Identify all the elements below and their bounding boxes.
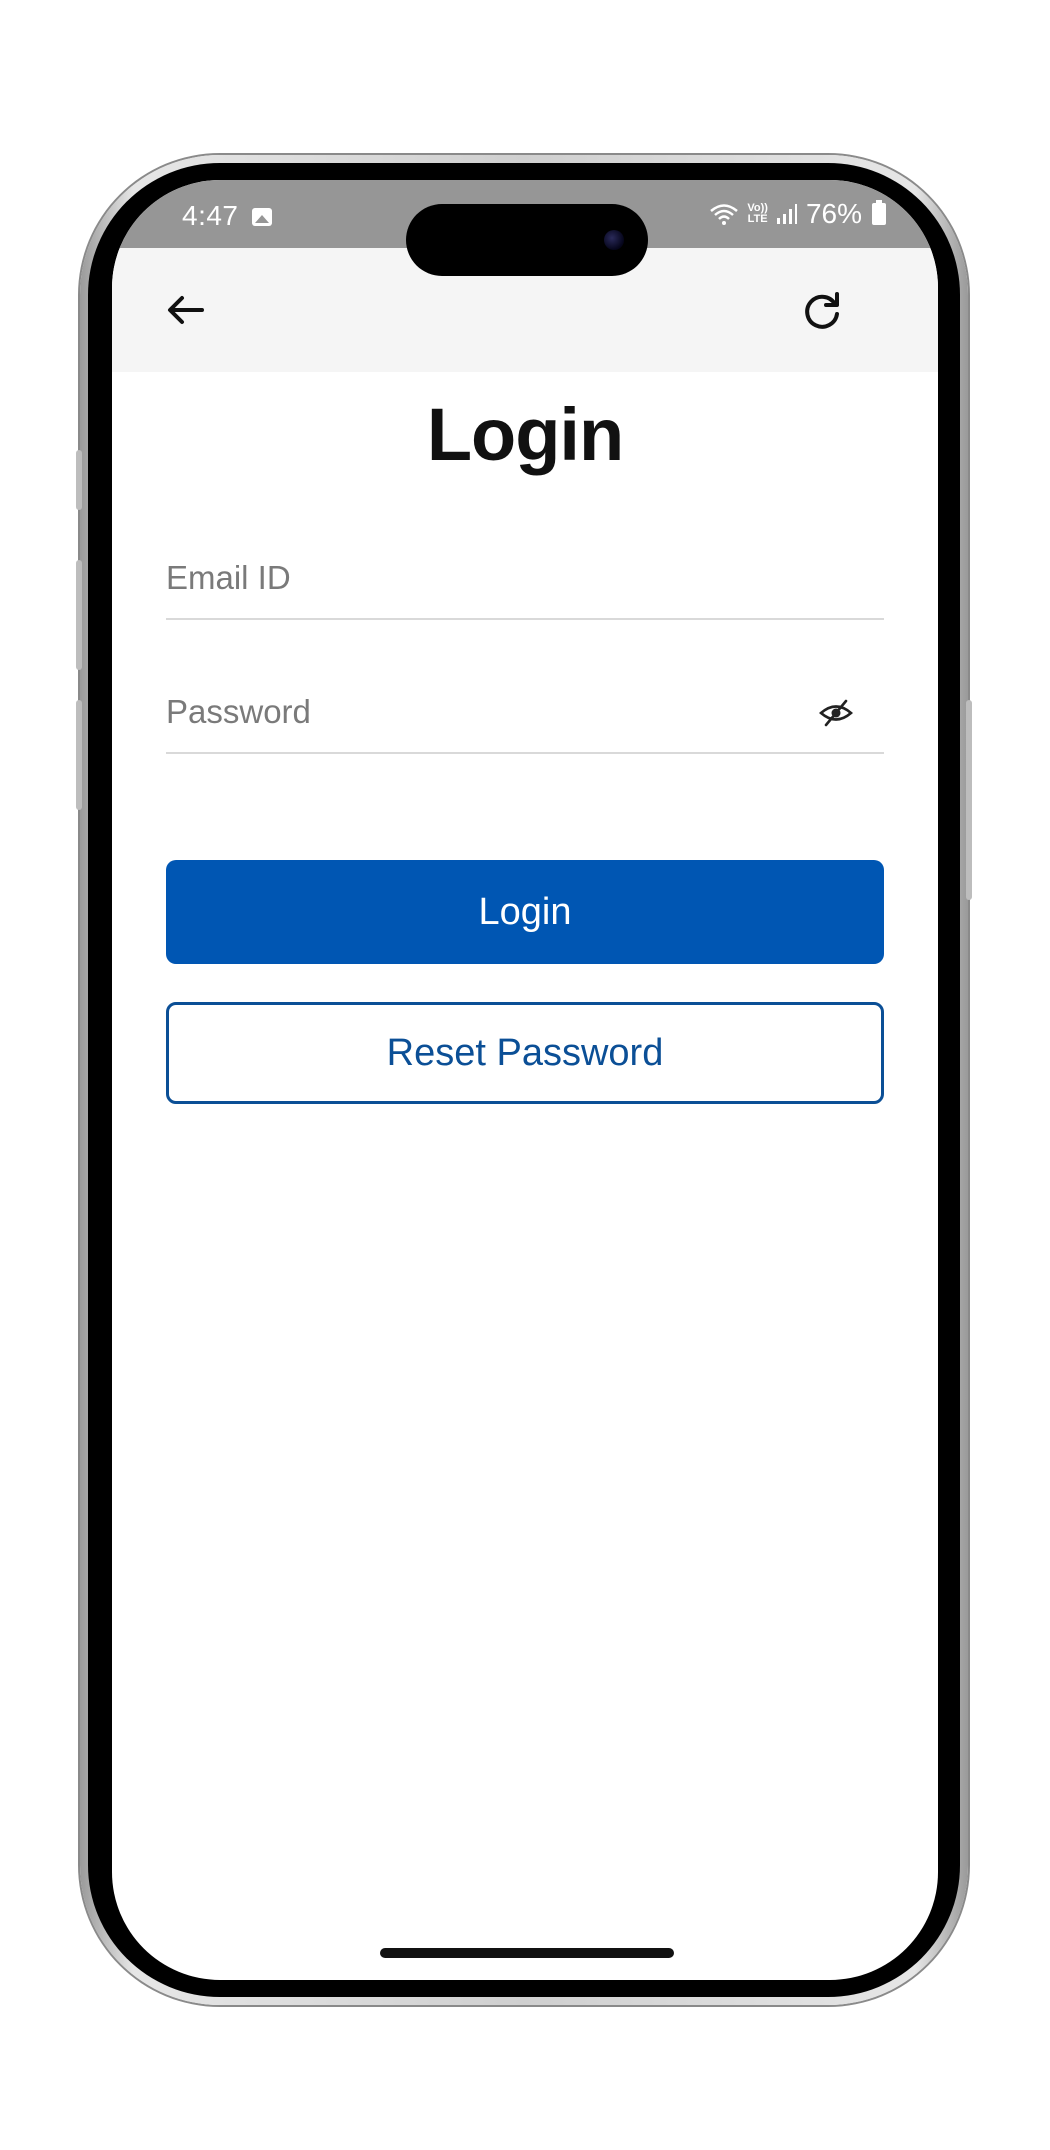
wifi-icon [710,204,739,225]
login-button[interactable]: Login [166,860,884,964]
battery-icon [872,200,886,225]
signal-icon [776,204,797,224]
volte-icon: Vo)) LTE [747,202,768,225]
front-camera [604,230,624,250]
password-input[interactable] [166,684,806,740]
phone-side-button [76,700,82,810]
phone-side-button [76,450,82,510]
dynamic-island [406,204,648,276]
gallery-icon [252,208,272,226]
status-time: 4:47 [182,200,239,231]
phone-side-button [76,560,82,670]
refresh-icon [805,292,839,329]
password-field-container [166,672,884,754]
home-indicator[interactable] [380,1948,674,1958]
status-indicators: Vo)) LTE 76% [709,198,886,230]
battery-percent: 76% [805,198,862,229]
arrow-left-icon [168,296,204,324]
reset-password-button[interactable]: Reset Password [166,1002,884,1104]
eye-slash-icon [819,699,853,727]
page-canvas: 4:47 Vo)) LTE 76% Login Email ID Login R… [0,0,1050,2150]
phone-power-button [966,700,972,900]
page-title: Login [426,393,624,476]
password-visibility-toggle[interactable] [818,698,854,728]
phone-screen: 4:47 Vo)) LTE 76% Login Email ID Login R… [112,180,938,1980]
refresh-button[interactable] [798,286,846,334]
back-button[interactable] [162,286,210,334]
email-input[interactable] [166,550,806,606]
email-field-container [166,538,884,620]
